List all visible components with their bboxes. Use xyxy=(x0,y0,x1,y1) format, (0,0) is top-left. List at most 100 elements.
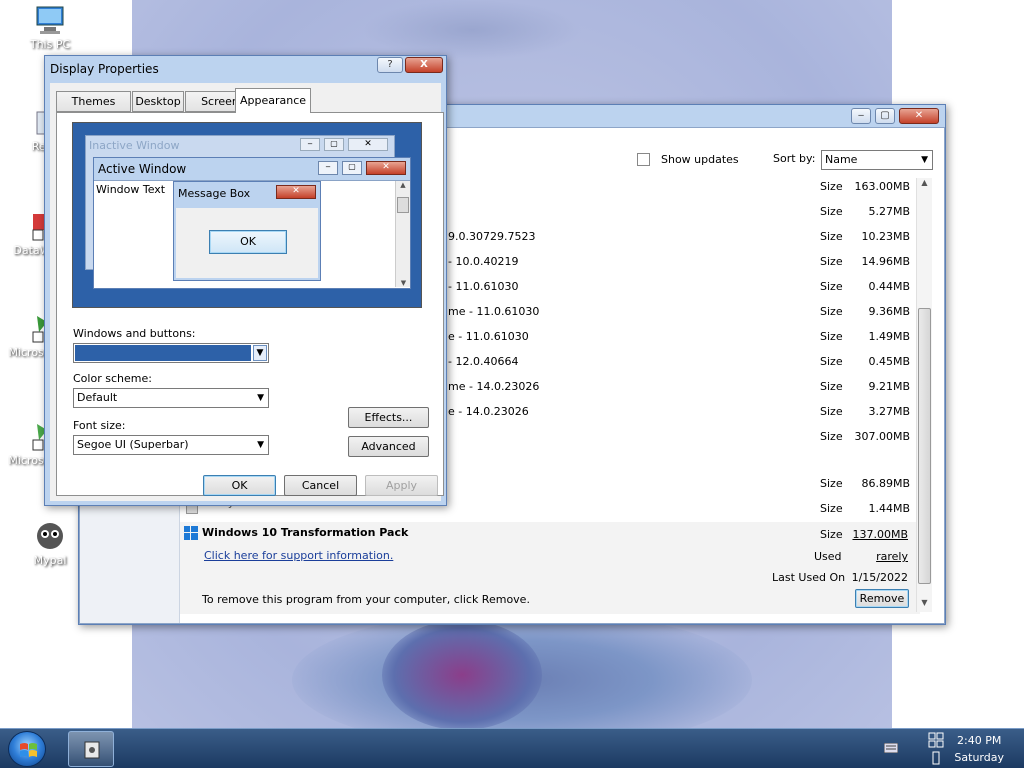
size-label: Size xyxy=(820,430,843,443)
tab-desktop[interactable]: Desktop xyxy=(132,91,184,112)
program-name: 9.0.30729.7523 xyxy=(448,230,536,243)
program-name: e - 14.0.23026 xyxy=(448,405,529,418)
show-updates-label: Show updates xyxy=(661,153,739,166)
program-name: e - 11.0.61030 xyxy=(448,330,529,343)
size-label: Size xyxy=(820,280,843,293)
tab-themes[interactable]: Themes xyxy=(56,91,131,112)
size-label: Size xyxy=(820,528,843,541)
remove-button[interactable]: Remove xyxy=(855,589,909,608)
last-used-label: Last Used On xyxy=(772,571,846,584)
computer-icon xyxy=(34,4,66,36)
taskbar: 2:40 PM Saturday xyxy=(0,728,1024,768)
desktop-icon-mypal[interactable]: Mypal xyxy=(15,520,85,567)
scroll-up-icon[interactable]: ▲ xyxy=(917,178,932,192)
clock-day: Saturday xyxy=(954,751,1004,764)
used-value[interactable]: rarely xyxy=(876,550,908,563)
preview-scrollbar: ▲ ▼ xyxy=(395,181,410,287)
program-name: - 11.0.61030 xyxy=(448,280,519,293)
size-value: 86.89MB xyxy=(861,477,910,490)
size-value: 9.36MB xyxy=(868,305,910,318)
size-label: Size xyxy=(820,380,843,393)
maximize-icon: ▢ xyxy=(324,138,344,151)
size-label: Size xyxy=(820,230,843,243)
font-size-select[interactable]: Segoe UI (Superbar) ▼ xyxy=(73,435,269,455)
desktop-icon-label: This PC xyxy=(29,38,71,51)
preview-message-box-body: OK xyxy=(176,208,318,278)
apply-button[interactable]: Apply xyxy=(365,475,438,496)
windows-buttons-select[interactable]: ▼ xyxy=(73,343,269,363)
keyboard-icon[interactable] xyxy=(883,742,899,754)
advanced-button[interactable]: Advanced xyxy=(348,436,429,457)
size-value: 5.27MB xyxy=(868,205,910,218)
program-name: - 12.0.40664 xyxy=(448,355,519,368)
tab-appearance[interactable]: Appearance xyxy=(235,88,311,113)
size-value: 9.21MB xyxy=(868,380,910,393)
windows-buttons-label: Windows and buttons: xyxy=(73,327,196,340)
scrollbar[interactable]: ▲ ▼ xyxy=(916,178,932,612)
last-used-value: 1/15/2022 xyxy=(851,571,908,584)
chevron-down-icon: ▼ xyxy=(257,440,264,450)
close-button[interactable]: X xyxy=(405,57,443,73)
preview-active-title: Active Window xyxy=(98,162,187,176)
size-value: 163.00MB xyxy=(854,180,910,193)
effects-button[interactable]: Effects... xyxy=(348,407,429,428)
desktop-icon-this-pc[interactable]: This PC xyxy=(15,4,85,51)
appearance-preview: Inactive Window ‒ ▢ ✕ Active Window ‒ ▢ … xyxy=(72,122,422,308)
program-name: me - 14.0.23026 xyxy=(448,380,540,393)
chevron-down-icon[interactable]: ▼ xyxy=(253,345,267,361)
size-label: Size xyxy=(820,330,843,343)
preview-window-text: Window Text xyxy=(96,183,166,196)
size-value: 307.00MB xyxy=(854,430,910,443)
scroll-thumb[interactable] xyxy=(918,308,931,584)
font-size-value: Segoe UI (Superbar) xyxy=(77,438,189,451)
size-label: Size xyxy=(820,405,843,418)
show-updates-checkbox[interactable] xyxy=(637,153,650,166)
close-button[interactable]: ✕ xyxy=(899,108,939,124)
selected-program[interactable]: Windows 10 Transformation Pack Size 137.… xyxy=(180,522,920,614)
cancel-button[interactable]: Cancel xyxy=(284,475,357,496)
ok-button[interactable]: OK xyxy=(203,475,276,496)
color-scheme-label: Color scheme: xyxy=(73,372,152,385)
used-label: Used xyxy=(814,550,842,563)
size-value[interactable]: 137.00MB xyxy=(852,528,908,541)
size-label: Size xyxy=(820,305,843,318)
remove-hint: To remove this program from your compute… xyxy=(202,593,530,606)
program-name: me - 11.0.61030 xyxy=(448,305,540,318)
support-link[interactable]: Click here for support information. xyxy=(204,549,393,562)
minimize-icon: ‒ xyxy=(318,161,338,175)
size-label: Size xyxy=(820,205,843,218)
size-value: 3.27MB xyxy=(868,405,910,418)
scroll-down-icon[interactable]: ▼ xyxy=(917,598,932,612)
minimize-button[interactable]: ‒ xyxy=(851,108,871,124)
color-scheme-select[interactable]: Default ▼ xyxy=(73,388,269,408)
maximize-icon: ▢ xyxy=(342,161,362,175)
maximize-button[interactable]: ▢ xyxy=(875,108,895,124)
size-label: Size xyxy=(820,477,843,490)
size-value: 14.96MB xyxy=(861,255,910,268)
size-value: 0.45MB xyxy=(868,355,910,368)
minimize-icon: ‒ xyxy=(300,138,320,151)
taskbar-item-control-panel[interactable] xyxy=(68,731,114,767)
program-name: - 10.0.40219 xyxy=(448,255,519,268)
size-label: Size xyxy=(820,355,843,368)
windows-buttons-color xyxy=(75,345,251,361)
clock[interactable]: 2:40 PM Saturday xyxy=(954,732,1004,766)
font-size-label: Font size: xyxy=(73,419,126,432)
close-icon: ✕ xyxy=(366,161,406,175)
display-properties-window[interactable]: Display Properties ? X Themes Desktop Sc… xyxy=(44,55,447,506)
notification-icons[interactable] xyxy=(928,732,944,766)
help-button[interactable]: ? xyxy=(377,57,403,73)
sort-by-select[interactable]: Name ▼ xyxy=(821,150,933,170)
sort-by-value: Name xyxy=(825,153,858,166)
size-value: 0.44MB xyxy=(868,280,910,293)
preview-ok-button: OK xyxy=(209,230,287,254)
clock-time: 2:40 PM xyxy=(957,734,1002,747)
chevron-down-icon: ▼ xyxy=(257,393,264,403)
control-panel-icon xyxy=(84,741,100,759)
size-value: 10.23MB xyxy=(861,230,910,243)
mypal-icon xyxy=(34,520,66,552)
color-scheme-value: Default xyxy=(77,391,118,404)
start-button[interactable] xyxy=(8,731,46,767)
size-label: Size xyxy=(820,180,843,193)
chevron-down-icon: ▼ xyxy=(921,155,928,165)
